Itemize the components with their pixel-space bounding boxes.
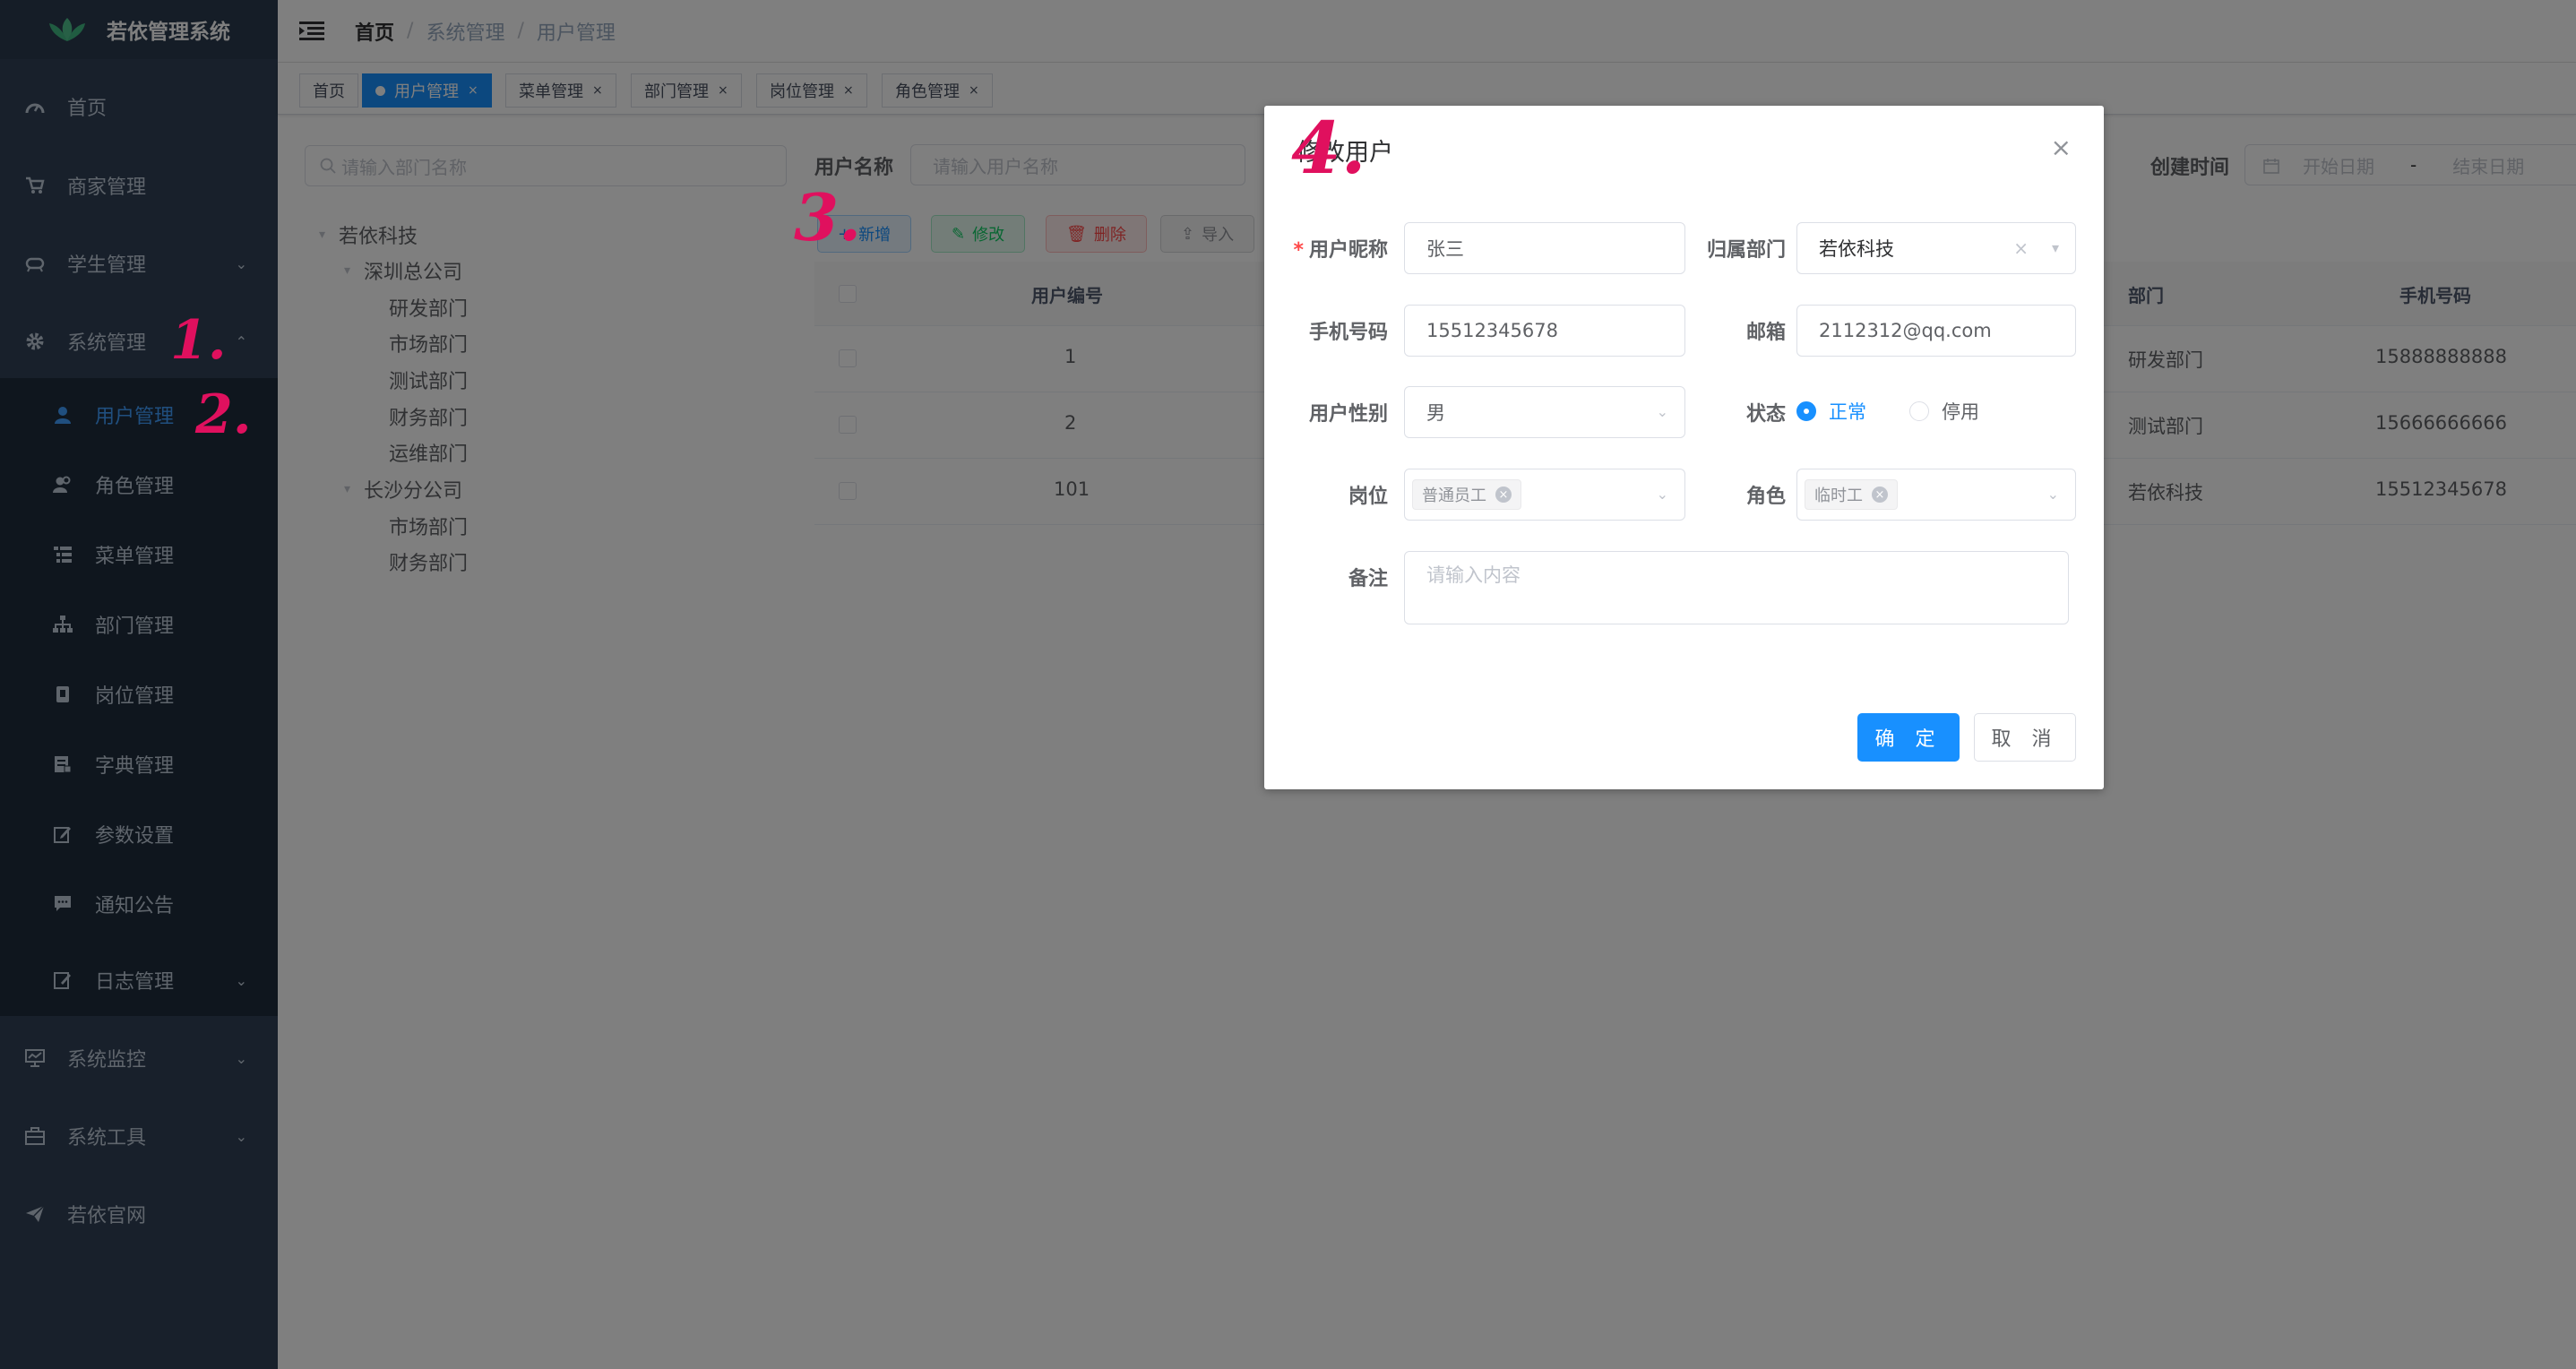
status-normal-label: 正常	[1829, 401, 1866, 423]
cancel-button[interactable]: 取 消	[1974, 713, 2076, 762]
sex-value: 男	[1426, 402, 1445, 424]
required-mark: *	[1293, 239, 1304, 262]
chevron-down-icon: ⌄	[1656, 486, 1668, 503]
phone-label: 手机号码	[1308, 322, 1388, 344]
email-label: 邮箱	[1745, 322, 1786, 344]
chip-remove-icon[interactable]: ×	[1872, 486, 1888, 503]
status-label: 状态	[1745, 403, 1786, 426]
role-chip: 临时工 ×	[1805, 479, 1898, 510]
nickname-input[interactable]: 张三	[1404, 222, 1685, 274]
chevron-down-icon: ⌄	[1656, 403, 1668, 420]
annotation-step-1: 1.	[170, 309, 227, 372]
sex-select[interactable]: 男 ⌄	[1404, 386, 1685, 438]
dept-treeselect[interactable]: 若依科技 × ▾	[1796, 222, 2076, 274]
phone-value: 15512345678	[1426, 320, 1558, 341]
dept-value: 若依科技	[1819, 238, 1894, 260]
remark-placeholder: 请输入内容	[1426, 564, 1521, 586]
radio-unchecked-icon	[1909, 401, 1929, 421]
close-icon[interactable]: ×	[2051, 133, 2072, 162]
email-input[interactable]: 2112312@qq.com	[1796, 305, 2076, 357]
phone-input[interactable]: 15512345678	[1404, 305, 1685, 357]
status-disabled-label: 停用	[1942, 401, 1979, 423]
edit-user-dialog: 修改用户 × * 用户昵称 张三 归属部门 若依科技 × ▾ 手机号码 15512…	[1264, 106, 2104, 789]
post-label: 岗位	[1348, 486, 1388, 508]
post-multiselect[interactable]: 普通员工 × ⌄	[1404, 469, 1685, 521]
caret-down-icon: ▾	[2051, 239, 2059, 256]
sex-label: 用户性别	[1308, 403, 1388, 426]
annotation-step-2: 2.	[195, 383, 252, 446]
confirm-button[interactable]: 确 定	[1857, 713, 1960, 762]
remark-label: 备注	[1348, 568, 1388, 590]
status-radio-disabled[interactable]: 停用	[1909, 398, 1979, 425]
chip-remove-icon[interactable]: ×	[1495, 486, 1512, 503]
role-chip-label: 临时工	[1814, 486, 1863, 505]
nickname-value: 张三	[1426, 238, 1464, 260]
annotation-step-3: 3.	[794, 179, 862, 255]
chevron-down-icon: ⌄	[2046, 486, 2059, 503]
email-value: 2112312@qq.com	[1819, 320, 1992, 341]
annotation-step-4: 4.	[1291, 106, 1366, 190]
status-radio-normal[interactable]: 正常	[1796, 398, 1866, 425]
remark-textarea[interactable]: 请输入内容	[1404, 551, 2069, 624]
clear-icon[interactable]: ×	[2013, 237, 2029, 259]
post-chip: 普通员工 ×	[1412, 479, 1521, 510]
role-multiselect[interactable]: 临时工 × ⌄	[1796, 469, 2076, 521]
nickname-label: * 用户昵称	[1293, 239, 1388, 262]
post-chip-label: 普通员工	[1422, 486, 1486, 505]
role-label: 角色	[1745, 486, 1786, 508]
dept-label: 归属部门	[1706, 239, 1786, 262]
radio-checked-icon	[1796, 401, 1816, 421]
